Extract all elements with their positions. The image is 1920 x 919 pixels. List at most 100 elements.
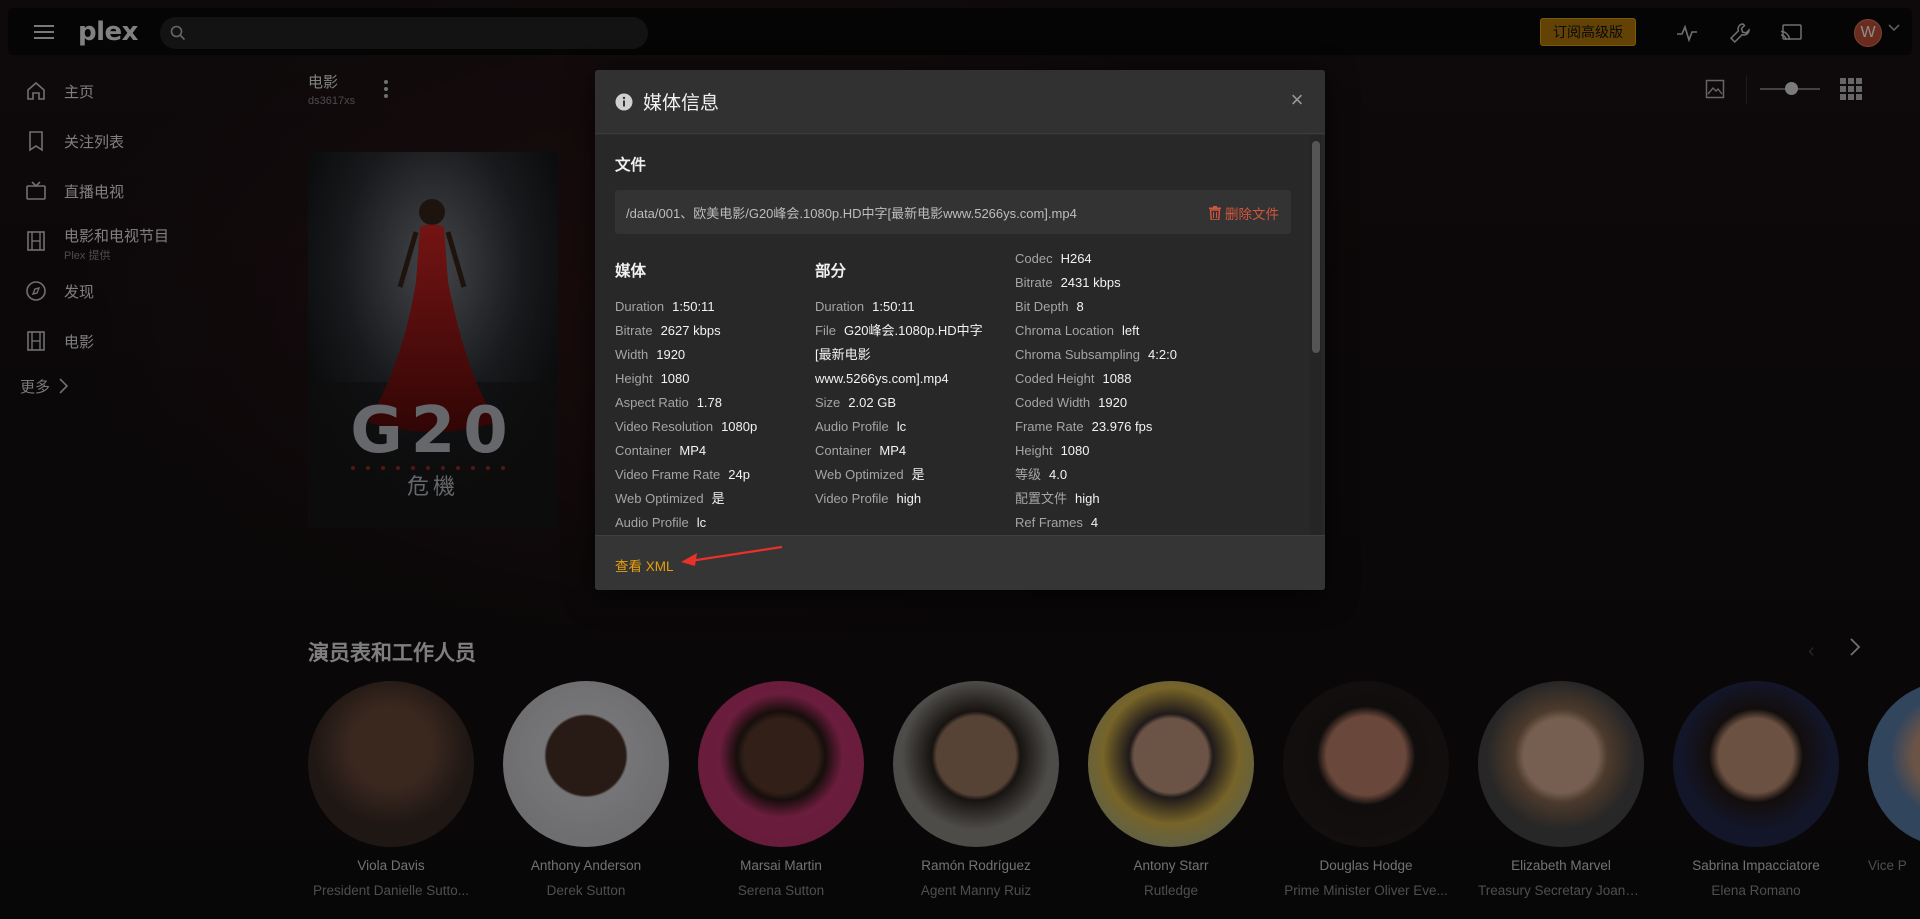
property-row: Video Profile high [815,487,983,511]
close-icon[interactable]: × [1287,89,1307,111]
property-value: 8 [1076,299,1084,314]
dialog-footer: 查看 XML [595,535,1325,590]
property-value: 1080 [660,371,690,386]
property-key: Duration [615,299,665,314]
delete-file-button[interactable]: 删除文件 [1209,203,1279,223]
property-row: File G20峰会.1080p.HD中字 [815,319,983,343]
file-path: /data/001、欧美电影/G20峰会.1080p.HD中字[最新电影www.… [615,190,1291,234]
part-properties: Duration 1:50:11 File G20峰会.1080p.HD中字 [最新电影… [815,295,983,511]
property-row: Container MP4 [815,439,983,463]
file-path-text: /data/001、欧美电影/G20峰会.1080p.HD中字[最新电影www.… [626,205,1077,221]
media-section-title: 媒体 [615,263,647,280]
dialog-title: 媒体信息 [643,93,720,114]
property-row: Width 1920 [615,343,757,367]
property-key: Size [815,395,841,410]
property-row: Web Optimized 是 [815,463,983,487]
property-row: Aspect Ratio 1.78 [615,391,757,415]
file-section-title: 文件 [615,157,647,174]
property-key: Web Optimized [815,467,904,482]
property-value: 2627 kbps [660,323,721,338]
property-value: left [1122,323,1140,338]
property-key: Height [615,371,653,386]
property-key: Duration [815,299,865,314]
property-key: Video Resolution [615,419,714,434]
property-row: Duration 1:50:11 [615,295,757,319]
property-row: Web Optimized 是 [615,487,757,511]
property-value: 是 [911,467,925,482]
stream-properties: Codec H264 Bitrate 2431 kbps Bit Depth 8 Chrom… [1015,247,1177,535]
dialog-body: 文件 /data/001、欧美电影/G20峰会.1080p.HD中字[最新电影w… [595,135,1325,535]
property-row: Video Frame Rate 24p [615,463,757,487]
trash-icon [1209,206,1221,220]
property-row: Video Resolution 1080p [615,415,757,439]
property-value: 1:50:11 [672,299,715,314]
property-key: Coded Width [1015,395,1091,410]
property-key: Web Optimized [615,491,704,506]
property-key: Video Profile [815,491,889,506]
property-key: Codec [1015,251,1053,266]
property-row: Frame Rate 23.976 fps [1015,415,1177,439]
dialog-scrollbar[interactable] [1312,141,1320,353]
property-key: Width [615,347,649,362]
property-value: 1088 [1102,371,1132,386]
property-row: 等级 4.0 [1015,463,1177,487]
property-value: 4.0 [1049,467,1068,482]
property-key: Chroma Location [1015,323,1114,338]
property-row: Height 1080 [615,367,757,391]
property-row: Coded Height 1088 [1015,367,1177,391]
property-key: Bit Depth [1015,299,1069,314]
property-row: Coded Width 1920 [1015,391,1177,415]
property-row: Container MP4 [615,439,757,463]
property-key: Coded Height [1015,371,1095,386]
property-row: Bitrate 2431 kbps [1015,271,1177,295]
part-section-title: 部分 [815,263,847,280]
property-value: high [1075,491,1100,506]
property-row: [最新电影 [815,343,983,367]
property-value: high [896,491,922,506]
property-row: Height 1080 [1015,439,1177,463]
property-value: 4 [1090,515,1099,530]
property-row: Duration 1:50:11 [815,295,983,319]
property-key: Bitrate [615,323,653,338]
property-row: Bitrate 2627 kbps [615,319,757,343]
property-value: MP4 [879,443,907,458]
property-value: H264 [1060,251,1092,266]
property-value: G20峰会.1080p.HD中字 [843,323,983,338]
property-key: Audio Profile [815,419,889,434]
property-key: Container [815,443,872,458]
property-row: Codec H264 [1015,247,1177,271]
property-value: 1080p [721,419,758,434]
property-value: 24p [728,467,750,482]
property-key: Audio Profile [615,515,689,530]
delete-file-label: 删除文件 [1225,207,1279,222]
property-key: Chroma Subsampling [1015,347,1141,362]
property-value: lc [696,515,707,530]
media-info-dialog: 媒体信息 × 文件 /data/001、欧美电影/G20峰会.1080p.HD中… [595,70,1325,590]
property-key: Container [615,443,672,458]
property-row: Audio Profile lc [815,415,983,439]
property-row: Audio Profile lc [615,511,757,535]
property-key: 等级 [1015,467,1042,482]
property-value: www.5266ys.com].mp4 [815,371,949,386]
property-value: 1920 [1098,395,1128,410]
property-row: 配置文件 high [1015,487,1177,511]
property-value: 2431 kbps [1060,275,1121,290]
info-icon [615,93,633,110]
property-key: 配置文件 [1015,491,1068,506]
property-key: Video Frame Rate [615,467,721,482]
property-row: Chroma Subsampling 4:2:0 [1015,343,1177,367]
media-properties: Duration 1:50:11 Bitrate 2627 kbps Width 1920… [615,295,757,535]
property-key: File [815,323,836,338]
dialog-header: 媒体信息 × [595,70,1325,134]
property-key: Frame Rate [1015,419,1084,434]
property-row: Ref Frames 4 [1015,511,1177,535]
property-value: 1080 [1060,443,1090,458]
property-value: MP4 [679,443,707,458]
property-value: 1.78 [696,395,723,410]
view-xml-link[interactable]: 查看 XML [615,555,674,575]
property-value: 1:50:11 [872,299,915,314]
property-value: 4:2:0 [1148,347,1177,362]
property-row: Chroma Location left [1015,319,1177,343]
property-key: Height [1015,443,1053,458]
property-row: www.5266ys.com].mp4 [815,367,983,391]
